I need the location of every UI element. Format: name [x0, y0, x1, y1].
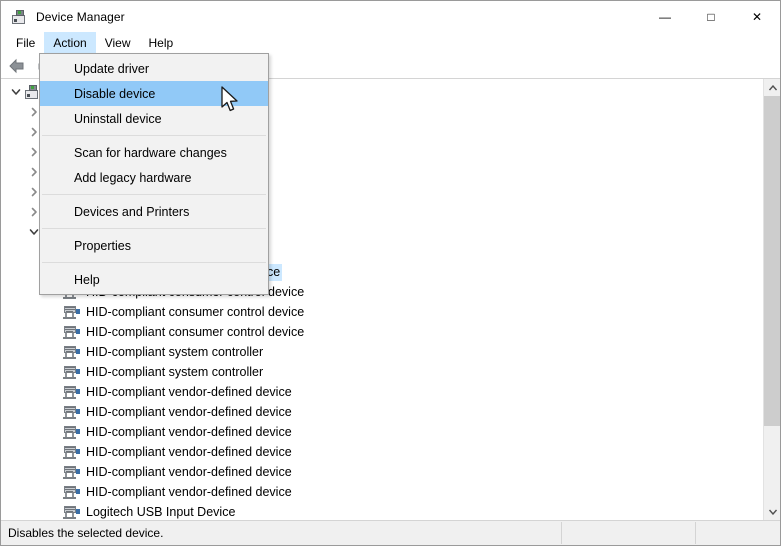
tree-device-label: HID-compliant vendor-defined device	[86, 484, 292, 499]
hid-device-icon	[63, 384, 81, 400]
tree-device-row[interactable]: HID-compliant vendor-defined device	[1, 422, 763, 442]
menu-separator	[42, 228, 266, 229]
action-menu-item[interactable]: Add legacy hardware	[40, 165, 268, 190]
tree-device-label: HID-compliant vendor-defined device	[86, 404, 292, 419]
title-bar: Device Manager — □ ✕	[1, 1, 780, 32]
action-menu-item[interactable]: Devices and Printers	[40, 199, 268, 224]
window-title: Device Manager	[36, 9, 125, 24]
scrollbar-thumb[interactable]	[764, 96, 780, 426]
action-menu-dropdown[interactable]: Update driver Disable device Uninstall dev…	[39, 53, 269, 295]
chevron-up-icon	[768, 84, 777, 90]
action-menu-item[interactable]: Scan for hardware changes	[40, 140, 268, 165]
tree-device-row[interactable]: HID-compliant vendor-defined device	[1, 402, 763, 422]
status-message: Disables the selected device.	[8, 526, 164, 540]
menu-separator	[42, 194, 266, 195]
chevron-down-icon[interactable]	[9, 84, 23, 100]
maximize-button[interactable]: □	[688, 1, 734, 32]
hid-device-icon	[63, 304, 81, 320]
tree-device-row[interactable]: HID-compliant vendor-defined device	[1, 382, 763, 402]
action-menu-item[interactable]: Help	[40, 267, 268, 292]
tree-device-label: HID-compliant system controller	[86, 344, 264, 359]
menu-action[interactable]: Action	[44, 32, 96, 53]
hid-device-icon	[63, 364, 81, 380]
close-icon: ✕	[751, 9, 763, 24]
hid-device-icon	[63, 464, 81, 480]
back-button[interactable]	[6, 55, 28, 77]
hid-device-icon	[63, 404, 81, 420]
tree-device-label: HID-compliant consumer control device	[86, 324, 305, 339]
action-menu-item[interactable]: Uninstall device	[40, 106, 268, 131]
status-message-pane: Disables the selected device.	[1, 521, 561, 545]
arrow-left-icon	[9, 58, 24, 73]
tree-device-label: HID-compliant system controller	[86, 364, 264, 379]
tree-device-row[interactable]: Logitech USB Input Device	[1, 502, 763, 520]
status-bar: Disables the selected device.	[1, 521, 780, 545]
hid-device-icon	[63, 484, 81, 500]
device-list: HID-compliant consumer control device HID…	[1, 282, 763, 520]
menu-separator	[42, 135, 266, 136]
device-manager-window: Device Manager — □ ✕ File Action View He…	[0, 0, 781, 546]
hid-device-icon	[63, 504, 81, 520]
hid-device-icon	[63, 444, 81, 460]
menu-separator	[42, 262, 266, 263]
hid-device-icon	[63, 344, 81, 360]
action-menu-item[interactable]: Update driver	[40, 56, 268, 81]
menu-help[interactable]: Help	[140, 32, 183, 53]
scroll-down-button[interactable]	[764, 503, 780, 520]
tree-device-label: HID-compliant consumer control device	[86, 304, 305, 319]
tree-device-row[interactable]: HID-compliant system controller	[1, 342, 763, 362]
tree-device-row[interactable]: HID-compliant consumer control device	[1, 302, 763, 322]
status-pane-2	[562, 521, 695, 545]
menu-view[interactable]: View	[96, 32, 140, 53]
action-menu-item[interactable]: Properties	[40, 233, 268, 258]
minimize-icon: —	[659, 9, 671, 24]
chevron-down-icon	[768, 509, 777, 515]
action-menu-item[interactable]: Disable device	[40, 81, 268, 106]
tree-device-label: HID-compliant vendor-defined device	[86, 444, 292, 459]
tree-device-label: HID-compliant vendor-defined device	[86, 464, 292, 479]
status-pane-3	[696, 521, 780, 545]
menu-file[interactable]: File	[7, 32, 44, 53]
menu-bar: File Action View Help	[1, 32, 780, 53]
menu-action-label: Action	[53, 35, 87, 50]
window-controls: — □ ✕	[642, 1, 780, 32]
menu-view-label: View	[104, 35, 131, 50]
tree-device-row[interactable]: HID-compliant vendor-defined device	[1, 442, 763, 462]
tree-device-label: HID-compliant vendor-defined device	[86, 424, 292, 439]
maximize-icon: □	[707, 9, 715, 24]
hid-device-icon	[63, 324, 81, 340]
tree-device-row[interactable]: HID-compliant vendor-defined device	[1, 482, 763, 502]
device-manager-icon	[11, 9, 27, 25]
menu-file-label: File	[16, 35, 36, 50]
scroll-up-button[interactable]	[764, 79, 780, 96]
tree-device-row[interactable]: HID-compliant consumer control device	[1, 322, 763, 342]
vertical-scrollbar[interactable]	[763, 79, 780, 520]
close-button[interactable]: ✕	[734, 1, 780, 32]
hid-device-icon	[63, 424, 81, 440]
tree-device-label: HID-compliant vendor-defined device	[86, 384, 292, 399]
tree-device-label: Logitech USB Input Device	[86, 504, 236, 519]
menu-help-label: Help	[148, 35, 174, 50]
tree-device-row[interactable]: HID-compliant vendor-defined device	[1, 462, 763, 482]
minimize-button[interactable]: —	[642, 1, 688, 32]
tree-device-row[interactable]: HID-compliant system controller	[1, 362, 763, 382]
